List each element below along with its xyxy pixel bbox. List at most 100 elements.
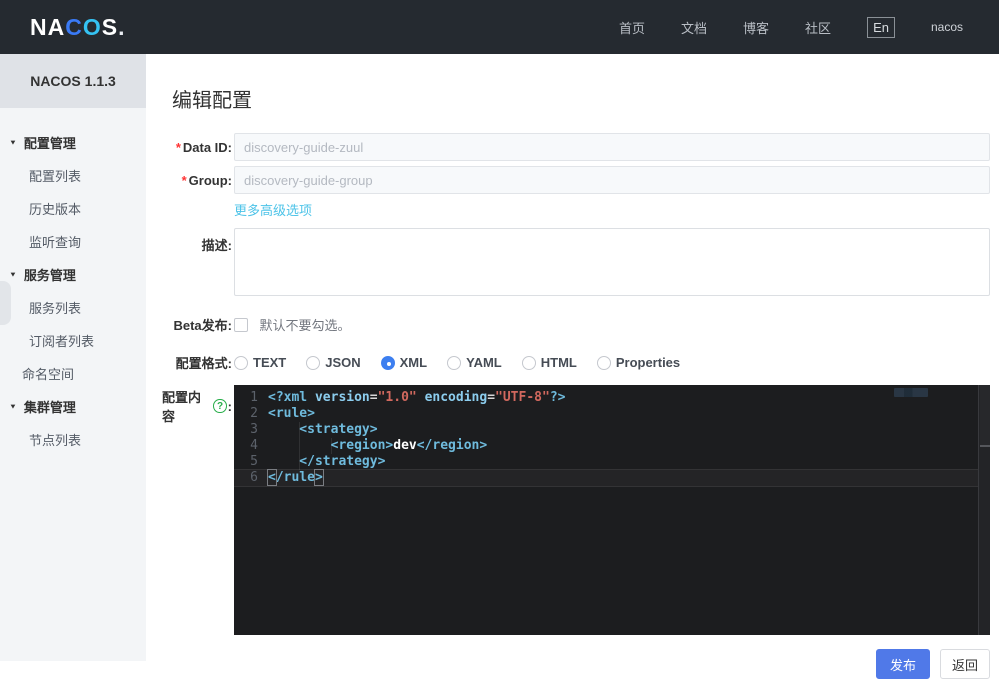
line-number: 4 bbox=[250, 438, 258, 453]
xml-token: <?xml bbox=[268, 390, 308, 405]
beta-checkbox[interactable] bbox=[234, 317, 248, 332]
logo-c: C bbox=[65, 13, 83, 40]
data-id-label: * Data ID: bbox=[162, 133, 232, 155]
logo-na: NA bbox=[30, 13, 66, 40]
radio-label: JSON bbox=[325, 355, 361, 370]
string-token: "UTF-8" bbox=[495, 390, 550, 405]
nav-blog[interactable]: 博客 bbox=[743, 18, 769, 37]
sidebar-group-label: 集群管理 bbox=[23, 400, 76, 415]
tag-token: </region> bbox=[416, 438, 488, 453]
beta-row: Beta发布: 默认不要勾选。 bbox=[162, 315, 990, 334]
radio-properties[interactable]: Properties bbox=[596, 355, 680, 370]
sidebar-group-label: 服务管理 bbox=[23, 268, 76, 283]
string-token: "1.0" bbox=[377, 390, 417, 405]
advanced-options-link[interactable]: 更多高级选项 bbox=[234, 200, 312, 219]
group-row: * Group: bbox=[162, 166, 990, 194]
content-row: 配置内容 ? : 1 <?xml version="1.0" encoding=… bbox=[162, 385, 990, 635]
radio-circle bbox=[521, 355, 536, 370]
navbar-menu: 首页 文档 博客 社区 En nacos bbox=[619, 16, 971, 38]
radio-yaml[interactable]: YAML bbox=[447, 355, 502, 370]
data-id-input[interactable] bbox=[234, 133, 990, 161]
sidebar-item-namespace[interactable]: 命名空间 bbox=[0, 357, 146, 390]
action-buttons-row: 发布 返回 bbox=[162, 649, 990, 679]
sidebar-item-config-list[interactable]: 配置列表 bbox=[0, 159, 146, 192]
equals-token: = bbox=[487, 390, 496, 405]
help-icon[interactable]: ? bbox=[213, 399, 227, 413]
sidebar-item-history-versions[interactable]: 历史版本 bbox=[0, 192, 146, 225]
attr-token: version bbox=[314, 390, 370, 405]
chevron-down-icon: ▼ bbox=[9, 402, 17, 411]
editor-scrollbar[interactable] bbox=[978, 385, 990, 635]
tag-token: </strategy> bbox=[268, 454, 386, 469]
sidebar-item-service-list[interactable]: 服务列表 bbox=[0, 291, 146, 324]
code-text: </rule> bbox=[264, 469, 324, 486]
radio-label: HTML bbox=[540, 355, 577, 370]
tag-token: /rule bbox=[275, 470, 315, 485]
chevron-down-icon: ▼ bbox=[9, 138, 17, 147]
sidebar: NACOS 1.1.3 ▼ 配置管理 配置列表 历史版本 监听查询 ▼ 服务管理… bbox=[0, 54, 146, 661]
radio-xml[interactable]: XML bbox=[380, 355, 428, 370]
logo-o: O bbox=[82, 13, 102, 40]
chevron-down-icon: ▼ bbox=[9, 270, 17, 279]
radio-label: XML bbox=[399, 355, 428, 370]
sidebar-version-header: NACOS 1.1.3 bbox=[0, 54, 146, 108]
content-label-text: 配置内容 bbox=[162, 390, 202, 424]
nav-home[interactable]: 首页 bbox=[619, 18, 645, 37]
radio-circle bbox=[596, 355, 611, 370]
line-number: 2 bbox=[250, 406, 258, 421]
group-label: * Group: bbox=[162, 166, 232, 188]
tag-token: <strategy> bbox=[268, 422, 378, 437]
line-number: 3 bbox=[250, 422, 258, 437]
sidebar-item-node-list[interactable]: 节点列表 bbox=[0, 423, 146, 456]
code-text: <strategy> bbox=[264, 422, 378, 438]
back-button[interactable]: 返回 bbox=[940, 649, 990, 679]
required-asterisk: * bbox=[181, 173, 187, 188]
radio-text[interactable]: TEXT bbox=[234, 355, 286, 370]
xml-token: ?> bbox=[549, 390, 566, 405]
code-text: <rule> bbox=[264, 406, 315, 422]
code-editor[interactable]: 1 <?xml version="1.0" encoding="UTF-8"?>… bbox=[234, 385, 990, 635]
data-id-label-text: Data ID: bbox=[182, 140, 232, 155]
sidebar-group-service-management[interactable]: ▼ 服务管理 bbox=[0, 258, 146, 291]
content-label: 配置内容 ? : bbox=[162, 385, 232, 425]
sidebar-item-subscriber-list[interactable]: 订阅者列表 bbox=[0, 324, 146, 357]
radio-json[interactable]: JSON bbox=[306, 355, 361, 370]
sidebar-item-listening-query[interactable]: 监听查询 bbox=[0, 225, 146, 258]
nacos-logo[interactable]: NA C O S. bbox=[30, 14, 125, 41]
description-row: 描述: bbox=[162, 228, 990, 301]
format-radio-group: TEXT JSON XML YAML HTML Properties bbox=[234, 355, 990, 370]
line-number: 6 bbox=[250, 470, 258, 485]
language-toggle[interactable]: En bbox=[867, 16, 895, 38]
equals-token: = bbox=[369, 390, 378, 405]
group-input[interactable] bbox=[234, 166, 990, 194]
editor-scrollbar-thumb[interactable] bbox=[980, 385, 990, 447]
nav-docs[interactable]: 文档 bbox=[681, 18, 707, 37]
main-content: 编辑配置 *Data ID: *Group: 更多高级选项 描述: Beta发布… bbox=[146, 54, 999, 679]
group-label-text: Group: bbox=[188, 173, 232, 188]
beta-hint-text: 默认不要勾选。 bbox=[259, 318, 351, 333]
sidebar-group-label: 配置管理 bbox=[23, 136, 76, 151]
code-line: 2 <rule> bbox=[234, 406, 990, 422]
radio-label: YAML bbox=[466, 355, 502, 370]
radio-circle-selected bbox=[380, 355, 395, 370]
code-line: 4 <region>dev</region> bbox=[234, 438, 990, 454]
tag-token: <rule> bbox=[268, 406, 315, 421]
publish-button[interactable]: 发布 bbox=[876, 649, 930, 679]
nav-community[interactable]: 社区 bbox=[805, 18, 831, 37]
user-menu[interactable]: nacos bbox=[931, 20, 963, 34]
line-number: 1 bbox=[250, 390, 258, 405]
radio-label: TEXT bbox=[253, 355, 287, 370]
sidebar-group-config-management[interactable]: ▼ 配置管理 bbox=[0, 126, 146, 159]
sidebar-collapse-handle[interactable] bbox=[0, 281, 11, 325]
description-textarea[interactable] bbox=[234, 228, 990, 296]
radio-html[interactable]: HTML bbox=[521, 355, 577, 370]
required-asterisk: * bbox=[175, 140, 181, 155]
sidebar-group-cluster-management[interactable]: ▼ 集群管理 bbox=[0, 390, 146, 423]
sidebar-menu: ▼ 配置管理 配置列表 历史版本 监听查询 ▼ 服务管理 服务列表 订阅者列表 … bbox=[0, 108, 146, 456]
code-line: 5 </strategy> bbox=[234, 454, 990, 470]
code-line: 1 <?xml version="1.0" encoding="UTF-8"?> bbox=[234, 390, 990, 406]
radio-circle bbox=[234, 355, 248, 370]
bracket-match: < bbox=[267, 469, 277, 486]
